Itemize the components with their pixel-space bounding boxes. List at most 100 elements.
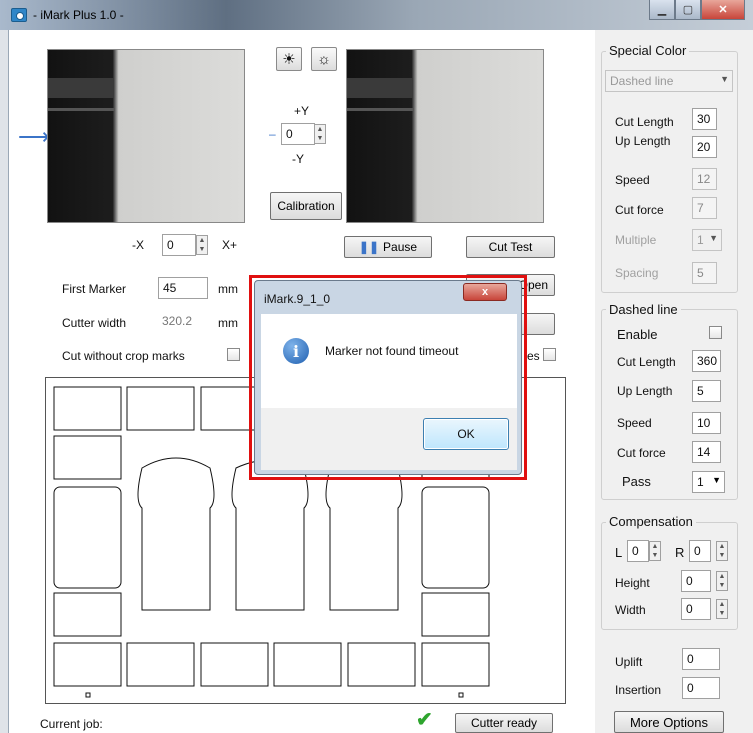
comp-height-label: Height	[615, 576, 650, 590]
comp-l-label: L	[615, 545, 623, 560]
dialog-title: iMark.9_1_0	[264, 292, 331, 306]
close-icon[interactable]: ✕	[701, 0, 745, 20]
pause-icon: ❚❚	[358, 240, 380, 254]
marker-arrow-icon: ⟶	[18, 124, 50, 149]
y-plus-label: +Y	[294, 104, 310, 118]
sc-speed-input[interactable]: 12	[692, 168, 717, 190]
first-marker-input[interactable]: 45	[158, 277, 208, 299]
uplift-input[interactable]: 0	[682, 648, 720, 670]
sun-icon: ☀	[282, 51, 296, 68]
chevron-down-icon: ▼	[709, 233, 718, 243]
dl-pass-label: Pass	[622, 474, 651, 489]
cutter-width-value: 320.2	[162, 314, 193, 328]
app-eye-icon[interactable]	[11, 8, 27, 22]
dl-up-length-label: Up Length	[617, 384, 673, 398]
insertion-input[interactable]: 0	[682, 677, 720, 699]
dl-up-length-input[interactable]: 5	[692, 380, 721, 402]
more-options-button[interactable]: More Options	[614, 711, 724, 733]
ok-button[interactable]: OK	[423, 418, 509, 450]
x-plus-label: X+	[222, 238, 238, 252]
dialog-message: Marker not found timeout	[325, 344, 459, 358]
dl-cut-force-label: Cut force	[617, 446, 666, 460]
x-minus-label: -X	[132, 238, 144, 252]
y-offset-spinner[interactable]: ▲ ▼	[314, 124, 326, 144]
cut-without-crop-label: Cut without crop marks	[62, 349, 185, 363]
info-icon: i	[283, 338, 309, 364]
cutter-ready-button[interactable]: Cutter ready	[455, 713, 553, 733]
first-marker-label: First Marker	[62, 282, 126, 296]
sc-cut-force-input[interactable]: 7	[692, 197, 717, 219]
dashed-line-title: Dashed line	[606, 302, 681, 317]
first-marker-unit: mm	[218, 282, 238, 296]
dl-pass-value: 1	[697, 475, 704, 489]
sun-outline-icon: ☼	[317, 50, 331, 68]
sc-cut-length-label: Cut Length	[615, 115, 674, 129]
sc-multiple-select[interactable]: 1 ▼	[692, 229, 722, 251]
dialog-body: i Marker not found timeout	[261, 314, 517, 408]
minimize-icon[interactable]: ▁	[649, 0, 675, 20]
compensation-title: Compensation	[606, 514, 696, 529]
x-offset-input[interactable]: 0	[162, 234, 196, 256]
comp-height-input[interactable]: 0	[681, 570, 711, 592]
x-offset-spinner[interactable]: ▲ ▼	[196, 235, 208, 255]
window-title: - iMark Plus 1.0 -	[33, 8, 124, 22]
y-offset-input[interactable]: 0	[281, 123, 315, 145]
y-minus-label: -Y	[292, 152, 304, 166]
dl-speed-label: Speed	[617, 416, 652, 430]
comp-width-spinner[interactable]: ▲ ▼	[716, 599, 728, 619]
comp-width-input[interactable]: 0	[681, 598, 711, 620]
comp-height-spinner[interactable]: ▲ ▼	[716, 571, 728, 591]
title-bar: - iMark Plus 1.0 - ▁ ▢ ✕	[0, 0, 753, 30]
brightness-up-button[interactable]: ☀	[276, 47, 302, 71]
message-dialog: iMark.9_1_0 x i Marker not found timeout…	[254, 280, 522, 475]
cutter-width-label: Cutter width	[62, 316, 127, 330]
partial-label: es	[527, 349, 540, 363]
sc-spacing-label: Spacing	[615, 266, 659, 280]
comp-l-spinner[interactable]: ▲ ▼	[649, 541, 661, 561]
pause-label: Pause	[383, 240, 418, 254]
comp-r-spinner[interactable]: ▲ ▼	[716, 541, 728, 561]
comp-width-label: Width	[615, 603, 646, 617]
pause-button[interactable]: ❚❚ Pause	[344, 236, 432, 258]
current-job-label: Current job:	[40, 717, 103, 731]
dl-speed-input[interactable]: 10	[692, 412, 721, 434]
chevron-down-icon: ▼	[712, 475, 721, 485]
dialog-footer: OK	[261, 408, 517, 470]
check-icon: ✔	[416, 709, 433, 731]
y-minus-marker: –	[269, 127, 276, 141]
camera-view-left	[47, 49, 245, 223]
dl-enable-checkbox[interactable]	[709, 326, 722, 339]
dl-enable-label: Enable	[617, 327, 658, 342]
sc-spacing-input[interactable]: 5	[692, 262, 717, 284]
maximize-icon[interactable]: ▢	[675, 0, 701, 20]
sc-speed-label: Speed	[615, 173, 650, 187]
special-color-title: Special Color	[606, 43, 690, 58]
camera-view-right	[346, 49, 544, 223]
insertion-label: Insertion	[615, 683, 662, 697]
dl-pass-select[interactable]: 1 ▼	[692, 471, 725, 493]
sc-multiple-value: 1	[697, 233, 704, 247]
dl-cut-force-input[interactable]: 14	[692, 441, 721, 463]
comp-l-input[interactable]: 0	[627, 540, 649, 562]
dl-cut-length-input[interactable]: 360	[692, 350, 721, 372]
close-icon: x	[481, 286, 489, 298]
window-controls: ▁ ▢ ✕	[649, 0, 745, 20]
cutter-width-unit: mm	[218, 316, 238, 330]
comp-r-input[interactable]: 0	[689, 540, 711, 562]
sc-up-length-input[interactable]: 20	[692, 136, 717, 158]
partial-checkbox[interactable]	[543, 348, 556, 361]
dialog-close-button[interactable]: x	[463, 283, 507, 301]
comp-r-label: R	[675, 545, 685, 560]
special-color-mode-select[interactable]: Dashed line ▼	[605, 70, 733, 92]
dl-cut-length-label: Cut Length	[617, 355, 676, 369]
sc-up-length-label: Up Length	[615, 134, 671, 148]
calibration-button[interactable]: Calibration	[270, 192, 342, 220]
uplift-label: Uplift	[615, 655, 643, 669]
sc-cut-length-input[interactable]: 30	[692, 108, 717, 130]
special-color-mode-value: Dashed line	[610, 74, 674, 88]
cut-without-crop-checkbox[interactable]	[227, 348, 240, 361]
cut-test-button[interactable]: Cut Test	[466, 236, 555, 258]
sc-cut-force-label: Cut force	[615, 203, 664, 217]
chevron-down-icon: ▼	[720, 74, 729, 84]
brightness-down-button[interactable]: ☼	[311, 47, 337, 71]
